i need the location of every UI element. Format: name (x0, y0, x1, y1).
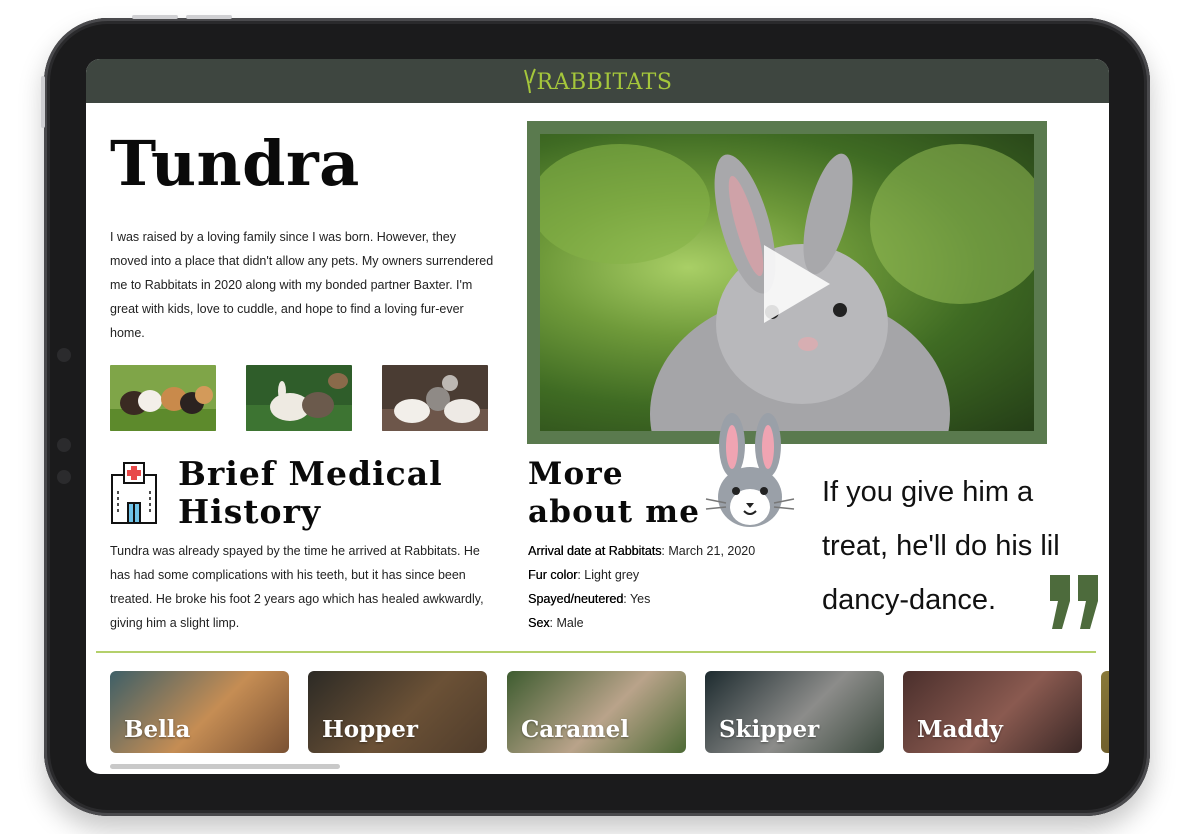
volume-button-top-2 (186, 15, 232, 19)
photo-thumbnail-3[interactable] (382, 365, 488, 431)
side-button (41, 76, 45, 128)
pet-card-name: Skipper (719, 716, 820, 743)
fact-fur-color: Fur color: Light grey (528, 568, 640, 582)
medical-history-text: Tundra was already spayed by the time he… (110, 544, 484, 630)
pet-card-caramel[interactable]: Caramel (507, 671, 686, 753)
section-divider (96, 651, 1096, 653)
bunny-face-icon (705, 413, 795, 527)
fact-sex: Sex: Male (528, 616, 584, 630)
logo-text: RABBITATS (536, 70, 673, 95)
pet-card-hopper[interactable]: Hopper (308, 671, 487, 753)
pet-bio: I was raised by a loving family since I … (110, 230, 494, 340)
more-about-me-title: More about me (528, 456, 701, 530)
pet-card-name: Bella (124, 716, 191, 743)
hospital-icon (111, 462, 157, 524)
fact-arrival: Arrival date at Rabbitats: March 21, 202… (528, 544, 756, 558)
rabbitats-logo[interactable]: RABBITATS (523, 67, 673, 95)
app-screen: RABBITATS Tundra I was raised by a lovin… (86, 59, 1109, 774)
video-frame (527, 121, 1047, 444)
photo-thumbnail-2[interactable] (246, 365, 352, 431)
pet-card-maddy[interactable]: Maddy (903, 671, 1082, 753)
sensor-dot (57, 470, 71, 484)
carrot-leaf-icon (523, 68, 536, 94)
pet-card-name: Maddy (917, 716, 1003, 743)
pet-card-name: Caramel (521, 716, 629, 743)
pet-card-name: Hopper (322, 716, 418, 743)
volume-button-top (132, 15, 178, 19)
play-icon[interactable] (764, 245, 830, 323)
fact-spayed: Spayed/neutered: Yes (528, 592, 651, 606)
pet-card-skipper[interactable]: Skipper (705, 671, 884, 753)
closing-quote-icon (1050, 575, 1098, 629)
pet-name: Tundra (110, 127, 360, 200)
sensor-dot (57, 348, 71, 362)
video-player[interactable] (540, 134, 1034, 431)
sensor-dot (57, 438, 71, 452)
horizontal-scrollbar[interactable] (110, 764, 340, 769)
pet-card-bella[interactable]: Bella (110, 671, 289, 753)
top-bar: RABBITATS (86, 59, 1109, 103)
photo-thumbnail-1[interactable] (110, 365, 216, 431)
pet-card-partial[interactable] (1101, 671, 1109, 753)
pet-facts-list: Arrival date at Rabbitats: March 21, 202… (528, 539, 808, 635)
medical-history-title: Brief Medical History (178, 454, 443, 531)
